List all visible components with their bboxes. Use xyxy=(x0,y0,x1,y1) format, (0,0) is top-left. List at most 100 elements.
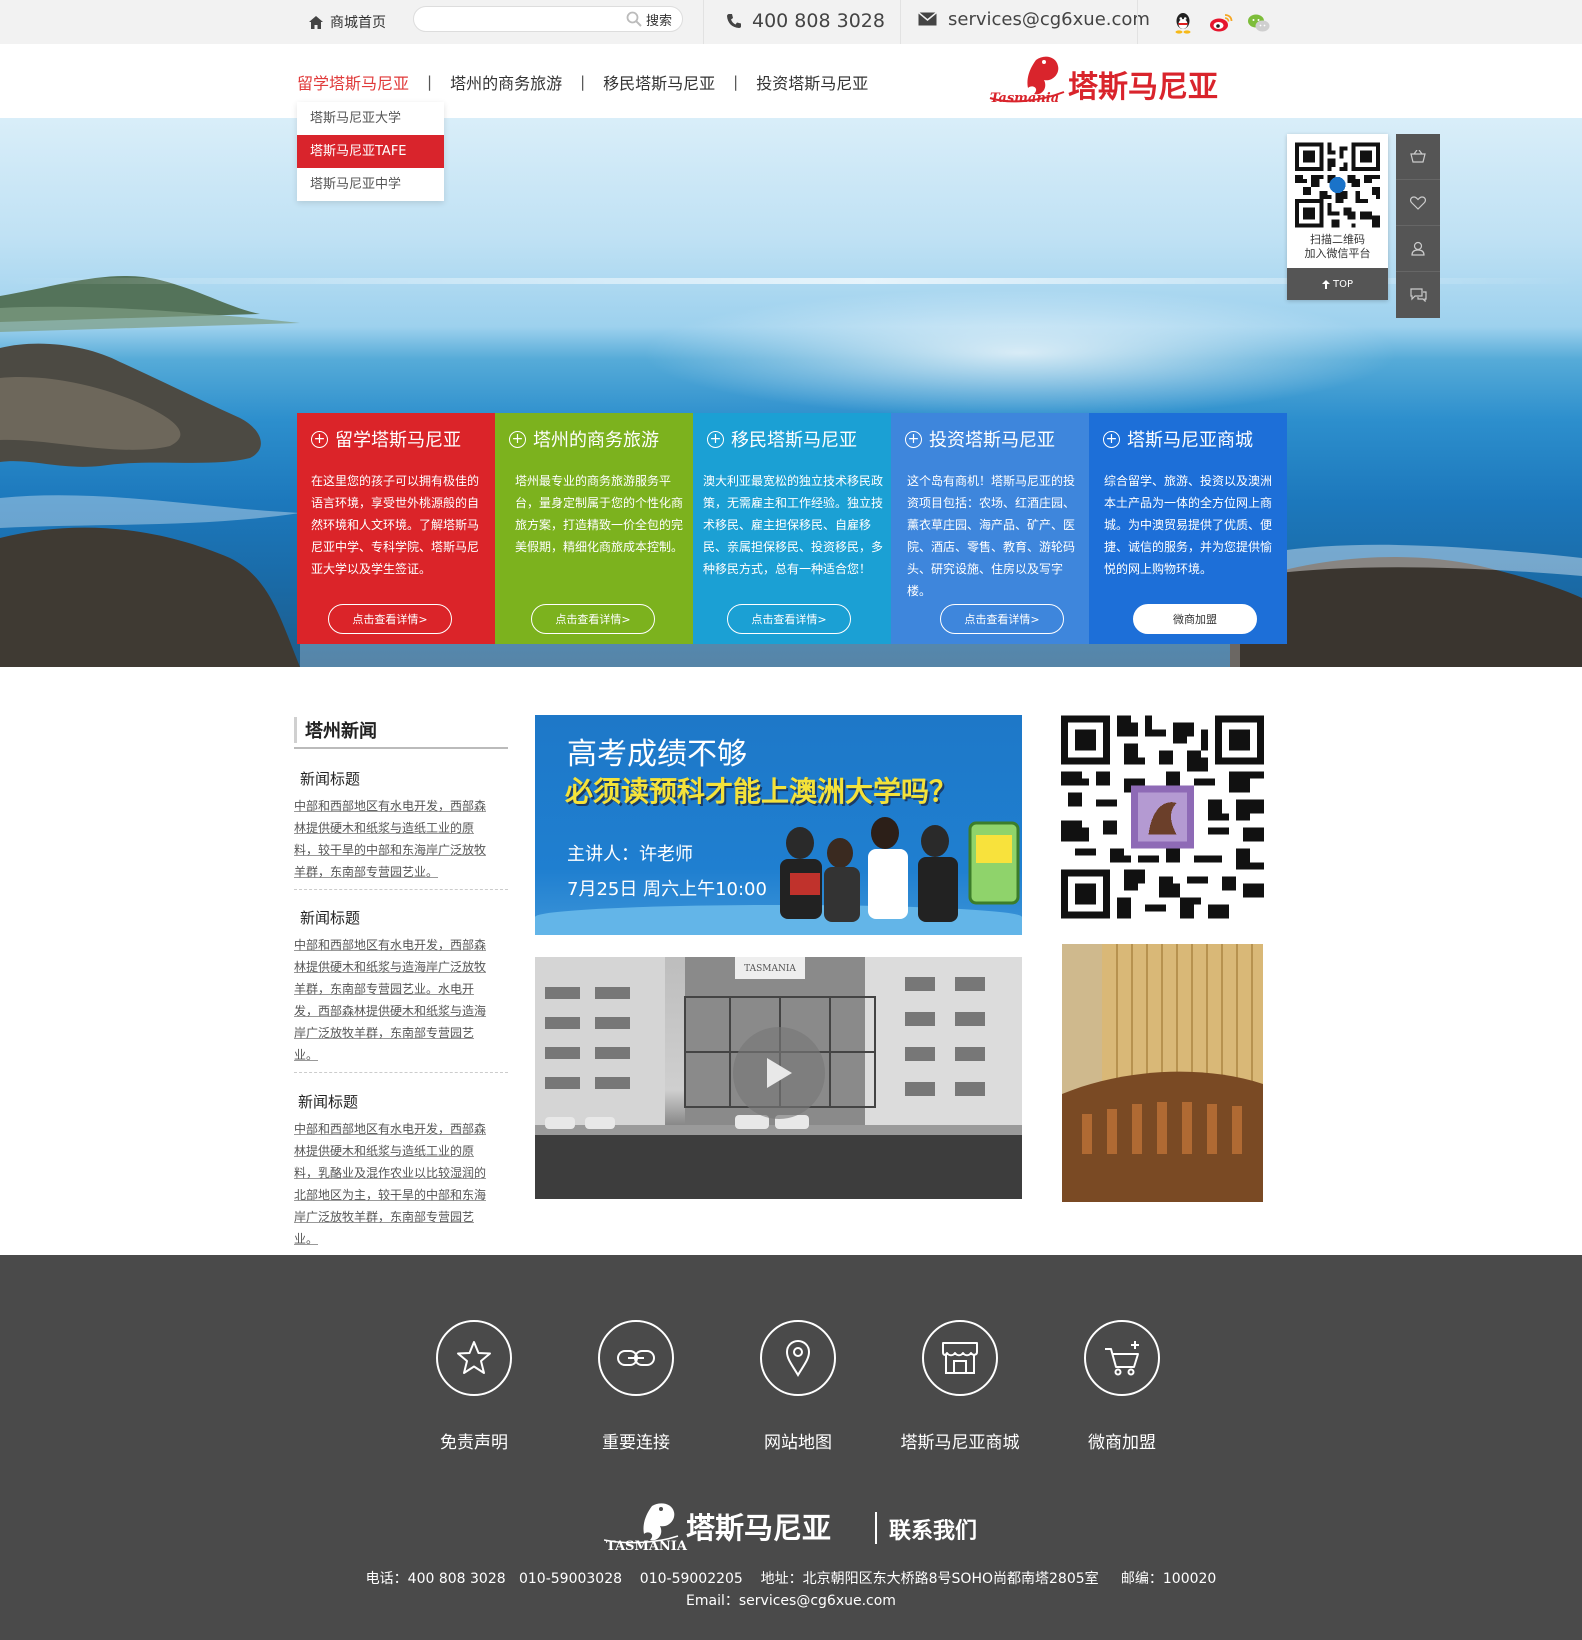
phone-number: 400 808 3028 xyxy=(726,8,885,34)
card-description: 塔州最专业的商务旅游服务平台，量身定制属于您的个性化商旅方案，打造精致一价全包的… xyxy=(515,474,684,554)
top-label: TOP xyxy=(1332,278,1353,290)
contact-line1: 电话：400 808 3028 010-59003028 010-5900220… xyxy=(365,1571,1217,1587)
news-item[interactable]: 新闻标题 中部和西部地区有水电开发，西部森林提供硬木和纸浆与造海岸广泛放牧羊群，… xyxy=(294,907,508,1073)
play-button[interactable] xyxy=(733,1027,825,1119)
news-item[interactable]: 新闻标题 中部和西部地区有水电开发，西部森林提供硬木和纸浆与造纸工业的原料，乳酪… xyxy=(294,1091,508,1250)
card-details-button[interactable]: 点击查看详情> xyxy=(727,604,851,634)
footer-contact: 电话：400 808 3028 010-59003028 010-5900220… xyxy=(0,1568,1582,1612)
promo-banner[interactable]: 高考成绩不够 必须读预科才能上澳洲大学吗？ 主讲人：许老师 7月25日 周六上午… xyxy=(535,715,1022,935)
card-title[interactable]: + 投资塔斯马尼亚 xyxy=(905,427,1055,451)
weibo-icon[interactable] xyxy=(1209,11,1233,35)
news-title[interactable]: 新闻标题 xyxy=(294,1091,508,1112)
star-icon xyxy=(436,1320,512,1396)
qr-caption: 扫描二维码 加入微信平台 xyxy=(1287,233,1388,261)
email-text: services@cg6xue.com xyxy=(948,8,1150,30)
home-link-label: 商城首页 xyxy=(330,15,386,31)
cart-plus-icon xyxy=(1084,1320,1160,1396)
wechat-join-button[interactable]: 微商加盟 xyxy=(1133,604,1257,634)
plus-circle-icon: + xyxy=(707,430,724,448)
map-pin-icon xyxy=(760,1320,836,1396)
home-link[interactable]: 商城首页 xyxy=(309,10,386,34)
news-desc[interactable]: 中部和西部地区有水电开发，西部森林提供硬木和纸浆与造海岸广泛放牧羊群，东南部专营… xyxy=(294,934,494,1066)
phone-icon xyxy=(727,14,741,28)
search-box: 搜索 xyxy=(413,6,683,32)
nav-dropdown: 塔斯马尼亚大学 塔斯马尼亚TAFE 塔斯马尼亚中学 xyxy=(297,102,444,201)
wechat-qr-code-large xyxy=(1061,715,1264,919)
dropdown-item-tafe[interactable]: 塔斯马尼亚TAFE xyxy=(297,135,444,168)
search-icon xyxy=(626,11,642,27)
news-title[interactable]: 新闻标题 xyxy=(294,768,508,789)
dropdown-item-university[interactable]: 塔斯马尼亚大学 xyxy=(297,102,444,135)
building-photo-illustration xyxy=(1062,944,1263,1202)
nav-item-investment[interactable]: 投资塔斯马尼亚 xyxy=(756,70,868,94)
search-button[interactable]: 搜索 xyxy=(626,9,672,29)
email-address[interactable]: services@cg6xue.com xyxy=(918,6,1150,32)
card-details-button[interactable]: 点击查看详情> xyxy=(531,604,655,634)
footer-link-sitemap[interactable]: 网站地图 xyxy=(717,1320,879,1453)
footer-link-mall[interactable]: 塔斯马尼亚商城 xyxy=(879,1320,1041,1453)
logo-en: Tasmania xyxy=(990,91,1059,106)
qq-icon[interactable] xyxy=(1171,11,1195,35)
card-study: + 留学塔斯马尼亚 在这里您的孩子可以拥有极佳的语言环境，享受世外桃源般的自然环境… xyxy=(297,413,495,644)
main-nav: 留学塔斯马尼亚 | 塔州的商务旅游 | 移民塔斯马尼亚 | 投资塔斯马尼亚 xyxy=(297,70,868,94)
card-mall: + 塔斯马尼亚商城 综合留学、旅游、投资以及澳洲本土产品为一体的全方位网上商城。为… xyxy=(1089,413,1287,644)
card-title[interactable]: + 塔州的商务旅游 xyxy=(509,427,659,451)
site-footer: 免责声明 重要连接 网站地图 塔斯马尼亚商城 微商加盟 TASMANIA 塔斯马… xyxy=(0,1255,1582,1640)
card-title[interactable]: + 塔斯马尼亚商城 xyxy=(1103,427,1253,451)
card-immigration: + 移民塔斯马尼亚 澳大利亚最宽松的独立技术移民政策，无需雇主和工作经验。独立技术… xyxy=(693,413,891,644)
card-details-button[interactable]: 点击查看详情> xyxy=(940,604,1064,634)
arrow-up-icon xyxy=(1321,279,1330,289)
card-title[interactable]: + 留学塔斯马尼亚 xyxy=(311,427,461,451)
sun-glint xyxy=(640,288,1400,418)
wechat-qr-code xyxy=(1295,142,1380,228)
store-icon xyxy=(922,1320,998,1396)
news-desc[interactable]: 中部和西部地区有水电开发，西部森林提供硬木和纸浆与造纸工业的原料，较干旱的中部和… xyxy=(294,795,494,883)
user-icon[interactable] xyxy=(1396,226,1440,272)
play-icon xyxy=(767,1058,792,1088)
divider xyxy=(703,0,704,44)
social-links xyxy=(1171,11,1271,35)
nav-item-study[interactable]: 留学塔斯马尼亚 xyxy=(297,70,409,94)
banner-speaker: 主讲人：许老师 xyxy=(567,844,693,865)
floating-qr-widget: 扫描二维码 加入微信平台 TOP xyxy=(1287,134,1388,300)
back-to-top-button[interactable]: TOP xyxy=(1287,268,1388,300)
heart-icon[interactable] xyxy=(1396,180,1440,226)
footer-link-label: 微商加盟 xyxy=(1088,1433,1156,1453)
card-details-button[interactable]: 点击查看详情> xyxy=(328,604,452,634)
chat-icon[interactable] xyxy=(1396,272,1440,318)
service-cards: + 留学塔斯马尼亚 在这里您的孩子可以拥有极佳的语言环境，享受世外桃源般的自然环境… xyxy=(297,413,1287,644)
plus-circle-icon: + xyxy=(905,430,922,448)
campus-video[interactable]: TASMANIA xyxy=(535,957,1022,1199)
card-business-travel: + 塔州的商务旅游 塔州最专业的商务旅游服务平台，量身定制属于您的个性化商旅方案，… xyxy=(495,413,693,644)
news-item[interactable]: 新闻标题 中部和西部地区有水电开发，西部森林提供硬木和纸浆与造纸工业的原料，较干… xyxy=(294,768,508,890)
phone-text: 400 808 3028 xyxy=(752,10,885,32)
card-description: 在这里您的孩子可以拥有极佳的语言环境，享受世外桃源般的自然环境和人文环境。了解塔… xyxy=(311,474,480,576)
footer-link-wechat-join[interactable]: 微商加盟 xyxy=(1041,1320,1203,1453)
qr-caption-line1: 扫描二维码 xyxy=(1310,233,1365,246)
news-title[interactable]: 新闻标题 xyxy=(294,907,508,928)
nav-item-business-travel[interactable]: 塔州的商务旅游 xyxy=(450,70,562,94)
top-bar: 商城首页 搜索 400 808 3028 services@cg6xue.com xyxy=(0,0,1582,44)
card-title[interactable]: + 移民塔斯马尼亚 xyxy=(707,427,857,451)
footer-link-disclaimer[interactable]: 免责声明 xyxy=(393,1320,555,1453)
contact-line2: Email：services@cg6xue.com xyxy=(686,1593,896,1609)
news-divider xyxy=(294,889,508,890)
dropdown-item-high-school[interactable]: 塔斯马尼亚中学 xyxy=(297,168,444,201)
footer-links: 免责声明 重要连接 网站地图 塔斯马尼亚商城 微商加盟 xyxy=(393,1320,1203,1453)
nav-item-immigration[interactable]: 移民塔斯马尼亚 xyxy=(603,70,715,94)
wechat-icon[interactable] xyxy=(1247,11,1271,35)
link-chain-icon xyxy=(598,1320,674,1396)
home-icon xyxy=(309,15,323,29)
logo-zh: 塔斯马尼亚 xyxy=(1068,70,1218,105)
footer-link-important-links[interactable]: 重要连接 xyxy=(555,1320,717,1453)
news-desc[interactable]: 中部和西部地区有水电开发，西部森林提供硬木和纸浆与造纸工业的原料，乳酪业及混作农… xyxy=(294,1118,494,1250)
building-sign: TASMANIA xyxy=(744,964,796,974)
footer-logo-en: TASMANIA xyxy=(606,1539,688,1554)
divider xyxy=(1137,0,1138,44)
card-description: 综合留学、旅游、投资以及澳洲本土产品为一体的全方位网上商城。为中澳贸易提供了优质… xyxy=(1104,474,1273,576)
basket-icon[interactable] xyxy=(1396,134,1440,180)
nav-separator: | xyxy=(427,73,433,91)
card-investment: + 投资塔斯马尼亚 这个岛有商机！塔斯马尼亚的投资项目包括：农场、红酒庄园、薰衣草… xyxy=(891,413,1089,644)
search-input[interactable] xyxy=(426,10,616,28)
site-logo[interactable]: Tasmania 塔斯马尼亚 xyxy=(988,52,1263,112)
